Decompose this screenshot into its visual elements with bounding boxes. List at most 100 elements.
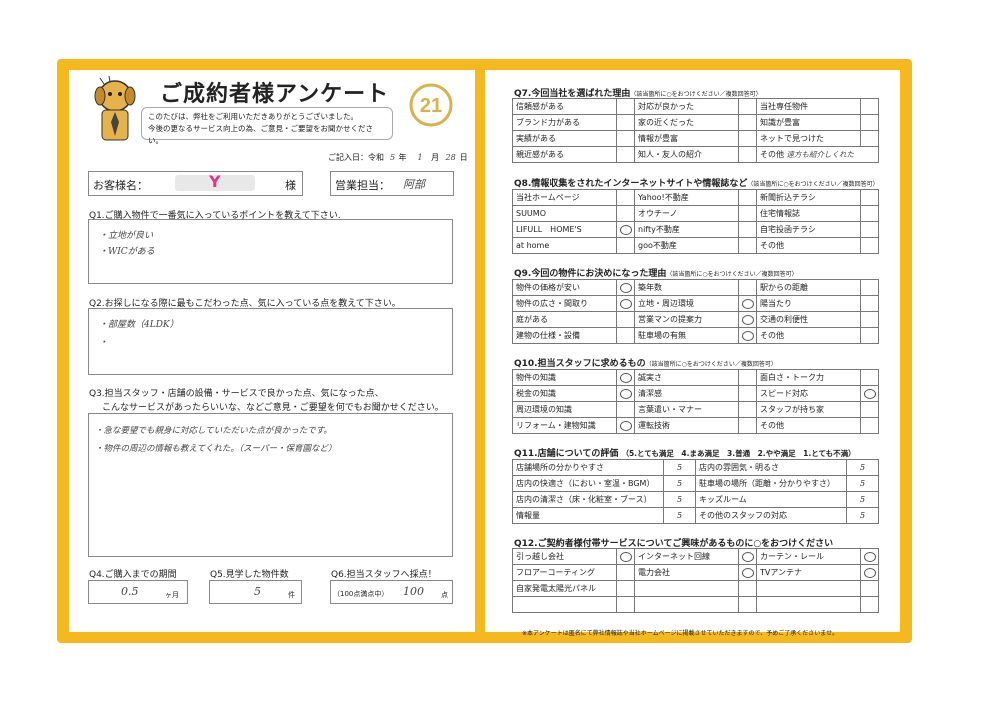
q10-mark-r2c2[interactable] — [860, 401, 879, 418]
q11-r3-score2[interactable]: 5 — [846, 507, 879, 524]
q8-r0c2[interactable]: 新聞折込チラシ — [756, 189, 861, 206]
q7-mark-r1c1[interactable] — [738, 114, 757, 131]
q9-r0c2[interactable]: 駅からの距離 — [756, 279, 861, 296]
q7-mark-r1c0[interactable] — [616, 114, 635, 131]
q7-r0c1[interactable]: 対応が良かった — [634, 98, 739, 115]
q8-mark-r0c1[interactable] — [738, 189, 757, 206]
q10-mark-r2c0[interactable] — [616, 401, 635, 418]
q8-mark-r3c2[interactable] — [860, 237, 879, 254]
q12-mark-r1c0[interactable] — [616, 564, 635, 581]
q10-r3c2[interactable]: その他 — [756, 417, 861, 434]
q10-r0c1[interactable]: 誠実さ — [634, 369, 739, 386]
q9-mark-r1c2[interactable] — [860, 295, 879, 312]
q8-r3c2[interactable]: その他 — [756, 237, 861, 254]
q9-r1c2[interactable]: 陽当たり — [756, 295, 861, 312]
q9-r3c0[interactable]: 建物の仕様・設備 — [512, 327, 617, 344]
q9-r3c2[interactable]: その他 — [756, 327, 861, 344]
q9-mark-r3c1[interactable] — [738, 327, 757, 344]
q12-mark-r3c1[interactable] — [738, 596, 757, 613]
q12-mark-r0c1[interactable] — [738, 548, 757, 565]
q10-mark-r0c1[interactable] — [738, 369, 757, 386]
q11-r1-score2[interactable]: 5 — [846, 475, 879, 492]
q12-r2c0[interactable]: 自家発電太陽光パネル — [512, 580, 617, 597]
q9-r0c1[interactable]: 築年数 — [634, 279, 739, 296]
q9-mark-r3c2[interactable] — [860, 327, 879, 344]
q10-r0c0[interactable]: 物件の知識 — [512, 369, 617, 386]
q9-r2c1[interactable]: 営業マンの提案力 — [634, 311, 739, 328]
q7-mark-r2c1[interactable] — [738, 130, 757, 147]
q7-r2c1[interactable]: 情報が豊富 — [634, 130, 739, 147]
q8-mark-r2c2[interactable] — [860, 221, 879, 238]
q9-mark-r3c0[interactable] — [616, 327, 635, 344]
q10-r3c1[interactable]: 運転技術 — [634, 417, 739, 434]
q8-mark-r2c1[interactable] — [738, 221, 757, 238]
q4-field[interactable]: 0.5 ヶ月 — [88, 580, 188, 604]
q9-mark-r1c1[interactable] — [738, 295, 757, 312]
q12-mark-r0c0[interactable] — [616, 548, 635, 565]
q12-r3c1[interactable] — [634, 596, 739, 613]
q11-r2-score1[interactable]: 5 — [663, 491, 696, 508]
q10-r1c0[interactable]: 税金の知識 — [512, 385, 617, 402]
q12-r1c0[interactable]: フロアーコーティング — [512, 564, 617, 581]
q10-mark-r2c1[interactable] — [738, 401, 757, 418]
q12-r3c0[interactable] — [512, 596, 617, 613]
q10-r1c2[interactable]: スピード対応 — [756, 385, 861, 402]
q11-r0-score1[interactable]: 5 — [663, 459, 696, 476]
q8-r3c0[interactable]: at home — [512, 237, 617, 254]
q8-r1c2[interactable]: 住宅情報誌 — [756, 205, 861, 222]
q1-answer-box[interactable]: ・立地が良い ・WICがある — [88, 219, 453, 284]
q7-r1c2[interactable]: 知識が豊富 — [756, 114, 861, 131]
q7-r0c0[interactable]: 信頼感がある — [512, 98, 617, 115]
q12-mark-r2c2[interactable] — [860, 580, 879, 597]
q12-mark-r2c0[interactable] — [616, 580, 635, 597]
q9-mark-r0c1[interactable] — [738, 279, 757, 296]
q11-r2-score2[interactable]: 5 — [846, 491, 879, 508]
q10-mark-r0c0[interactable] — [616, 369, 635, 386]
q10-mark-r3c2[interactable] — [860, 417, 879, 434]
q9-mark-r1c0[interactable] — [616, 295, 635, 312]
q10-r2c1[interactable]: 言葉遣い・マナー — [634, 401, 739, 418]
q8-mark-r3c1[interactable] — [738, 237, 757, 254]
q9-r3c1[interactable]: 駐車場の有無 — [634, 327, 739, 344]
q12-r2c2[interactable] — [756, 580, 861, 597]
q11-r1-score1[interactable]: 5 — [663, 475, 696, 492]
q7-r3c1[interactable]: 知人・友人の紹介 — [634, 146, 739, 163]
q8-r3c1[interactable]: goo不動産 — [634, 237, 739, 254]
q7-r0c2[interactable]: 当社専任物件 — [756, 98, 861, 115]
q8-r2c1[interactable]: nifty不動産 — [634, 221, 739, 238]
q12-mark-r3c2[interactable] — [860, 596, 879, 613]
q7-r2c2[interactable]: ネットで見つけた — [756, 130, 861, 147]
q7-mark-r2c0[interactable] — [616, 130, 635, 147]
q12-mark-r1c1[interactable] — [738, 564, 757, 581]
q10-r0c2[interactable]: 面白さ・トーク力 — [756, 369, 861, 386]
q10-mark-r1c2[interactable] — [860, 385, 879, 402]
q10-mark-r3c0[interactable] — [616, 417, 635, 434]
q8-mark-r0c0[interactable] — [616, 189, 635, 206]
q2-answer-box[interactable]: ・部屋数（4LDK） ・ — [88, 308, 453, 375]
customer-name-field[interactable]: お客様名： Y 様 — [88, 171, 303, 196]
q10-mark-r1c1[interactable] — [738, 385, 757, 402]
q10-r3c0[interactable]: リフォーム・建物知識 — [512, 417, 617, 434]
q12-r0c1[interactable]: インターネット回線 — [634, 548, 739, 565]
q7-r2c0[interactable]: 実績がある — [512, 130, 617, 147]
q12-mark-r0c2[interactable] — [860, 548, 879, 565]
q9-r2c2[interactable]: 交通の利便性 — [756, 311, 861, 328]
q8-mark-r1c2[interactable] — [860, 205, 879, 222]
q10-r1c1[interactable]: 清潔感 — [634, 385, 739, 402]
q7-mark-r1c2[interactable] — [860, 114, 879, 131]
q11-r3-score1[interactable]: 5 — [663, 507, 696, 524]
q11-r0-score2[interactable]: 5 — [846, 459, 879, 476]
q9-mark-r2c2[interactable] — [860, 311, 879, 328]
q5-field[interactable]: 5 件 — [209, 580, 302, 604]
q8-mark-r2c0[interactable] — [616, 221, 635, 238]
q9-r1c0[interactable]: 物件の広さ・間取り — [512, 295, 617, 312]
q7-mark-r3c0[interactable] — [616, 146, 635, 163]
q12-mark-r2c1[interactable] — [738, 580, 757, 597]
q7-mark-r0c2[interactable] — [860, 98, 879, 115]
q8-mark-r1c0[interactable] — [616, 205, 635, 222]
q7-mark-r3c1[interactable] — [738, 146, 757, 163]
q7-r3c0[interactable]: 親近感がある — [512, 146, 617, 163]
q9-mark-r0c0[interactable] — [616, 279, 635, 296]
q12-r0c0[interactable]: 引っ越し会社 — [512, 548, 617, 565]
q8-r1c0[interactable]: SUUMO — [512, 205, 617, 222]
